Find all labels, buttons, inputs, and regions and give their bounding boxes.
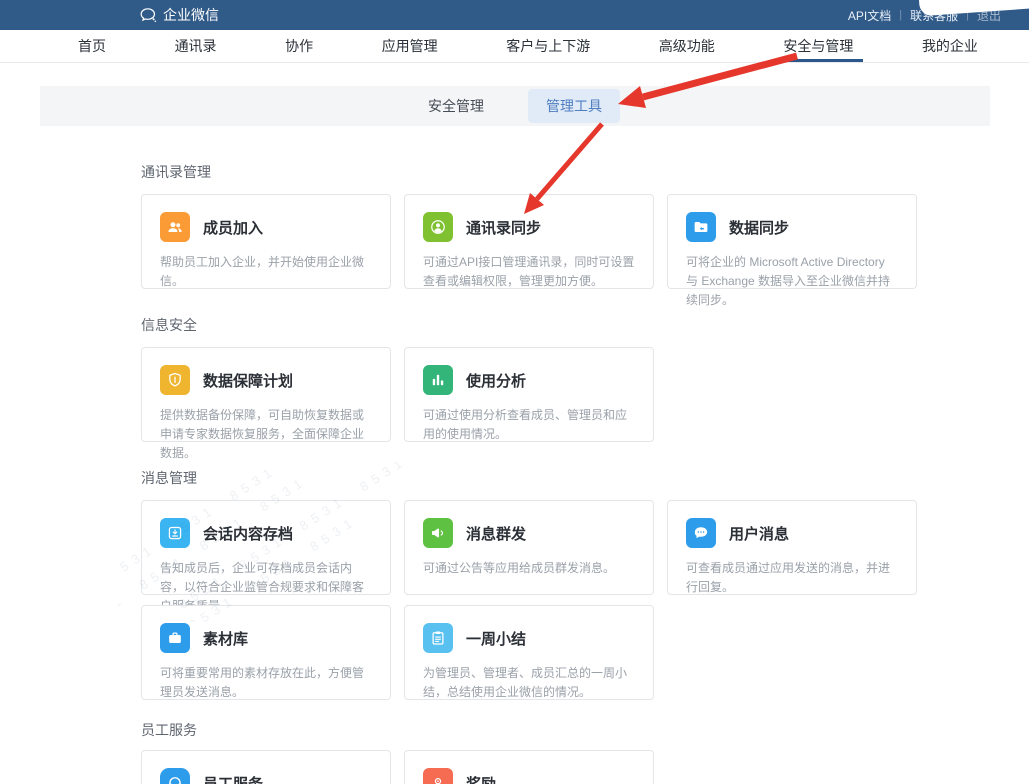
material-library-icon [160, 623, 190, 653]
section-information-security: 信息安全 数据保障计划 提供数据备份保障，可自助恢复数据或申请专家数据恢复服务，… [141, 315, 920, 442]
card-chat-archive[interactable]: 会话内容存档 告知成员后，企业可存档成员会话内容，以符合企业监管合规要求和保障客… [141, 500, 391, 595]
api-doc-link[interactable]: API文档 [848, 7, 891, 24]
members-join-icon [160, 212, 190, 242]
data-sync-icon [686, 212, 716, 242]
nav-item-security-management[interactable]: 安全与管理 [777, 30, 859, 62]
tab-management-tools[interactable]: 管理工具 [528, 89, 620, 123]
user-message-icon [686, 518, 716, 548]
card-desc: 可通过公告等应用给成员群发消息。 [423, 559, 635, 578]
section-contacts-management: 通讯录管理 成员加入 帮助员工加入企业，并开始使用企业微信。 [141, 162, 920, 289]
section-title: 员工服务 [141, 720, 920, 740]
top-bar: 企业微信 API文档 | 联系客服 | 退出 [0, 0, 1029, 30]
tools-grid: 通讯录管理 成员加入 帮助员工加入企业，并开始使用企业微信。 [0, 126, 920, 784]
nav-item-contacts[interactable]: 通讯录 [169, 30, 223, 62]
brand[interactable]: 企业微信 [140, 5, 219, 25]
card-user-message[interactable]: 用户消息 可查看成员通过应用发送的消息，并进行回复。 [667, 500, 917, 595]
section-employee-services: 员工服务 员工服务 [141, 720, 920, 784]
usage-analysis-icon [423, 365, 453, 395]
card-desc: 可查看成员通过应用发送的消息，并进行回复。 [686, 559, 898, 597]
card-desc: 可通过API接口管理通讯录，同时可设置查看或编辑权限，管理更加方便。 [423, 253, 635, 291]
nav-item-my-company[interactable]: 我的企业 [916, 30, 984, 62]
card-material-library[interactable]: 素材库 可将重要常用的素材存放在此，方便管理员发送消息。 [141, 605, 391, 700]
card-employee-service[interactable]: 员工服务 [141, 750, 391, 784]
separator: | [899, 9, 902, 21]
card-members-join[interactable]: 成员加入 帮助员工加入企业，并开始使用企业微信。 [141, 194, 391, 289]
card-contacts-sync[interactable]: 通讯录同步 可通过API接口管理通讯录，同时可设置查看或编辑权限，管理更加方便。 [404, 194, 654, 289]
section-title: 消息管理 [141, 468, 920, 488]
nav-item-customers[interactable]: 客户与上下游 [500, 30, 596, 62]
weekly-summary-icon [423, 623, 453, 653]
card-desc: 可将重要常用的素材存放在此，方便管理员发送消息。 [160, 664, 372, 702]
card-weekly-summary[interactable]: 一周小结 为管理员、管理者、成员汇总的一周小结，总结使用企业微信的情况。 [404, 605, 654, 700]
card-desc: 提供数据备份保障，可自助恢复数据或申请专家数据恢复服务，全面保障企业数据。 [160, 406, 372, 464]
nav-item-collaboration[interactable]: 协作 [279, 30, 319, 62]
card-title: 用户消息 [729, 523, 789, 544]
wecom-logo-icon [140, 8, 157, 23]
card-message-broadcast[interactable]: 消息群发 可通过公告等应用给成员群发消息。 [404, 500, 654, 595]
main-nav: 首页 通讯录 协作 应用管理 客户与上下游 高级功能 安全与管理 我的企业 [0, 30, 1029, 63]
card-title: 消息群发 [466, 523, 526, 544]
data-protection-icon [160, 365, 190, 395]
card-title: 通讯录同步 [466, 217, 541, 238]
card-title: 素材库 [203, 628, 248, 649]
nav-item-app-management[interactable]: 应用管理 [376, 30, 444, 62]
card-title: 员工服务 [203, 773, 263, 784]
card-title: 数据保障计划 [203, 370, 293, 391]
card-title: 使用分析 [466, 370, 526, 391]
section-title: 通讯录管理 [141, 162, 920, 182]
nav-item-home[interactable]: 首页 [72, 30, 112, 62]
card-data-sync[interactable]: 数据同步 可将企业的 Microsoft Active Directory 与 … [667, 194, 917, 289]
card-desc: 为管理员、管理者、成员汇总的一周小结，总结使用企业微信的情况。 [423, 664, 635, 702]
reward-icon [423, 768, 453, 784]
card-usage-analysis[interactable]: 使用分析 可通过使用分析查看成员、管理员和应用的使用情况。 [404, 347, 654, 442]
contacts-sync-icon [423, 212, 453, 242]
card-desc: 帮助员工加入企业，并开始使用企业微信。 [160, 253, 372, 291]
nav-item-advanced[interactable]: 高级功能 [653, 30, 721, 62]
section-title: 信息安全 [141, 315, 920, 335]
card-title: 奖励 [466, 773, 496, 784]
chat-archive-icon [160, 518, 190, 548]
card-desc: 可将企业的 Microsoft Active Directory 与 Excha… [686, 253, 898, 311]
card-title: 会话内容存档 [203, 523, 293, 544]
section-message-management: 消息管理 会话内容存档 告知成员后，企业可存档成员会话内容，以符合企业监管合规要… [141, 468, 920, 700]
card-title: 数据同步 [729, 217, 789, 238]
card-desc: 可通过使用分析查看成员、管理员和应用的使用情况。 [423, 406, 635, 444]
sub-tab-strip: 安全管理 管理工具 [40, 86, 990, 126]
message-broadcast-icon [423, 518, 453, 548]
card-title: 成员加入 [203, 217, 263, 238]
brand-name: 企业微信 [163, 5, 219, 25]
employee-service-icon [160, 768, 190, 784]
card-reward[interactable]: 奖励 [404, 750, 654, 784]
card-data-protection[interactable]: 数据保障计划 提供数据备份保障，可自助恢复数据或申请专家数据恢复服务，全面保障企… [141, 347, 391, 442]
card-title: 一周小结 [466, 628, 526, 649]
tab-security-management[interactable]: 安全管理 [410, 89, 502, 123]
